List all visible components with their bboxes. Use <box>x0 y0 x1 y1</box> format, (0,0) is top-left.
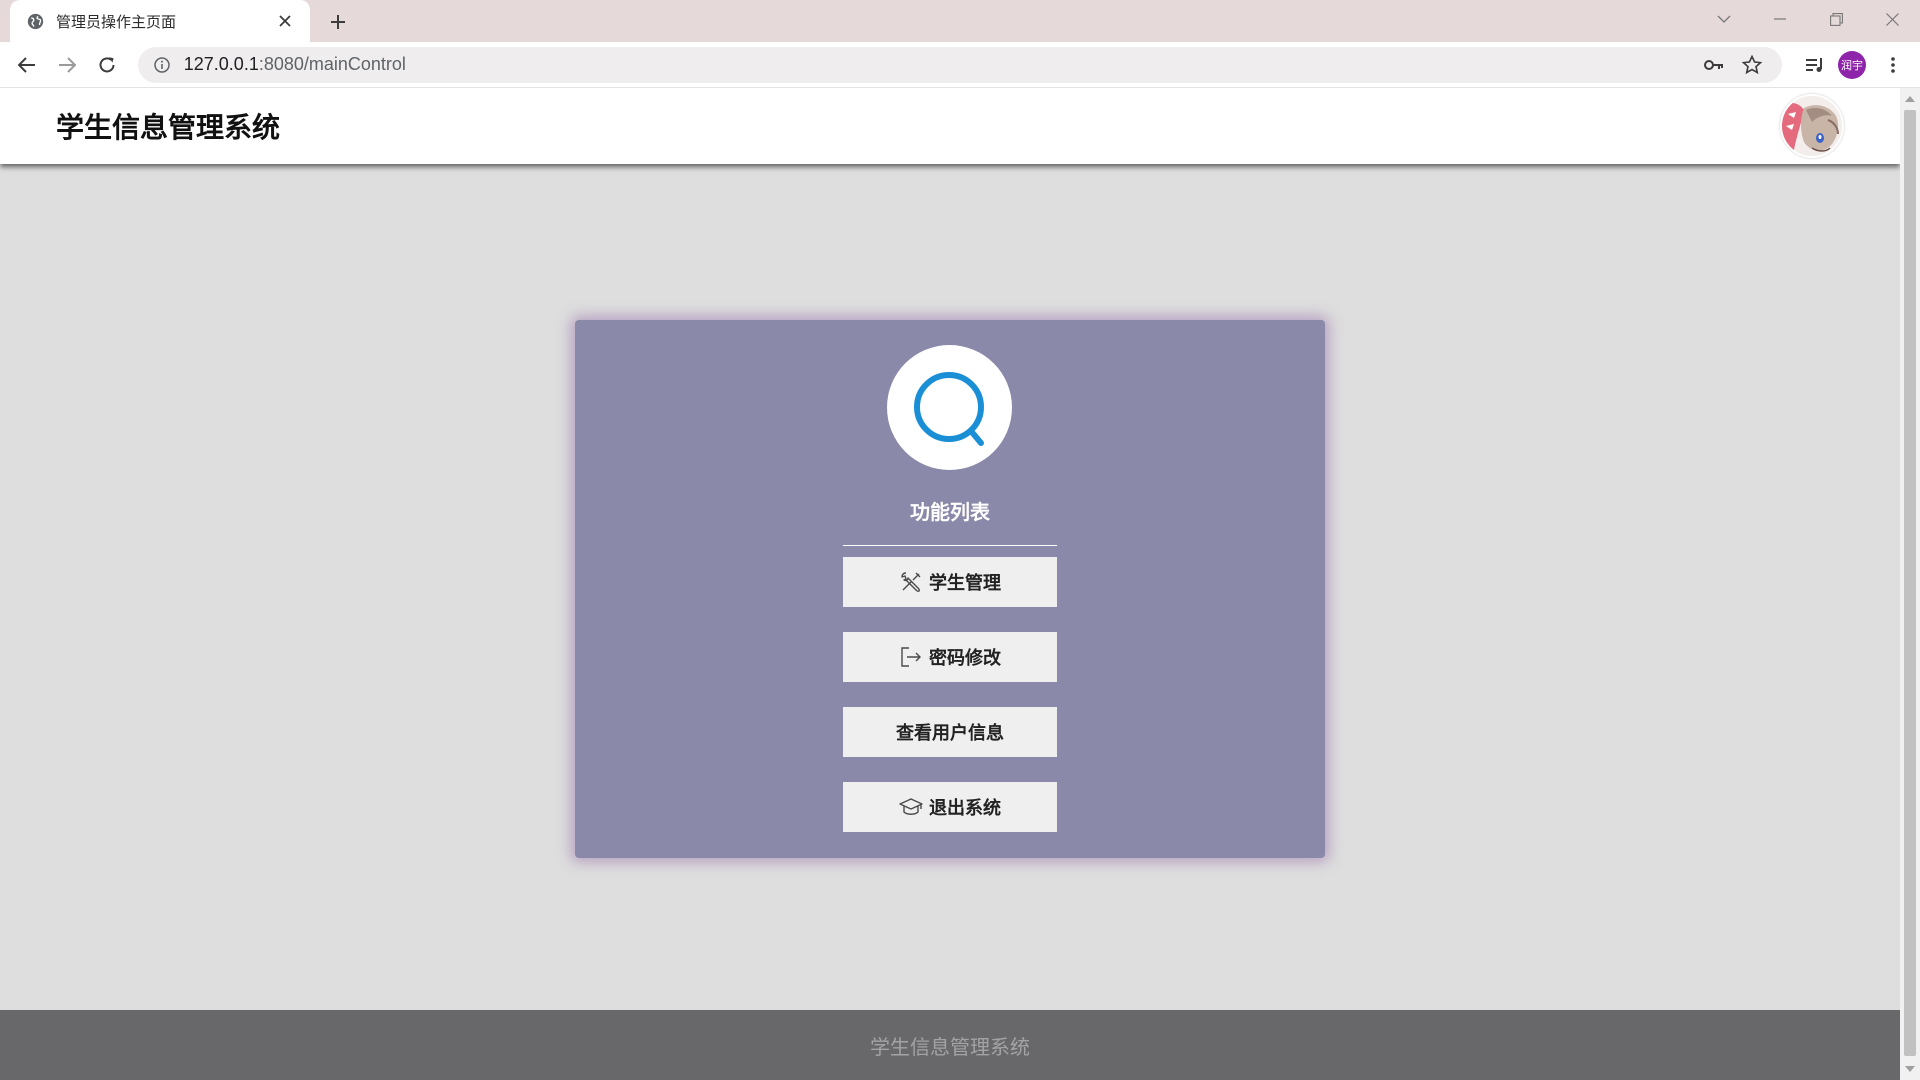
student-management-label: 学生管理 <box>929 573 1001 594</box>
close-window-icon[interactable] <box>1864 0 1920 38</box>
scroll-up-arrow-icon[interactable] <box>1905 96 1915 102</box>
scroll-down-arrow-icon[interactable] <box>1905 1066 1915 1072</box>
minimize-icon[interactable] <box>1752 0 1808 38</box>
site-footer: 学生信息管理系统 <box>0 1010 1900 1080</box>
function-list-card: 功能列表 学生管理 密码修改 查看用户信息 退出系统 <box>575 320 1325 858</box>
tools-icon <box>899 570 923 594</box>
user-avatar[interactable] <box>1780 94 1844 158</box>
browser-tab[interactable]: 管理员操作主页面 <box>10 0 310 42</box>
profile-avatar[interactable]: 润宇 <box>1838 50 1866 79</box>
graduation-cap-icon <box>899 795 923 819</box>
view-user-info-button[interactable]: 查看用户信息 <box>843 707 1057 757</box>
exit-system-label: 退出系统 <box>929 798 1001 819</box>
change-password-button[interactable]: 密码修改 <box>843 632 1057 682</box>
tab-title: 管理员操作主页面 <box>56 12 177 31</box>
card-title: 功能列表 <box>910 500 990 524</box>
change-password-label: 密码修改 <box>929 648 1001 669</box>
restore-icon[interactable] <box>1808 0 1864 38</box>
page-viewport: 学生信息管理系统 功能列表 学生管理 密码修改 查看用户信息 退出系统 学生信息… <box>0 88 1900 1080</box>
exit-system-button[interactable]: 退出系统 <box>843 782 1057 832</box>
exit-arrow-icon <box>899 645 923 669</box>
new-tab-plus-icon[interactable] <box>324 8 352 36</box>
site-header: 学生信息管理系统 <box>0 88 1900 164</box>
scroll-thumb[interactable] <box>1904 110 1916 1056</box>
student-management-button[interactable]: 学生管理 <box>843 557 1057 607</box>
view-user-info-label: 查看用户信息 <box>896 723 1004 744</box>
back-arrow-icon[interactable] <box>10 48 44 82</box>
site-info-icon[interactable] <box>152 55 172 75</box>
key-icon[interactable] <box>1698 49 1730 81</box>
site-title: 学生信息管理系统 <box>56 111 281 144</box>
footer-text: 学生信息管理系统 <box>870 1034 1030 1059</box>
address-bar[interactable]: 127.0.0.1:8080/mainControl <box>137 46 1782 83</box>
browser-tab-strip: 管理员操作主页面 <box>0 0 1920 42</box>
tab-search-chevron-icon[interactable] <box>1696 0 1752 38</box>
window-controls <box>1696 0 1920 38</box>
page-scrollbar[interactable] <box>1900 88 1920 1080</box>
more-menu-icon[interactable] <box>1876 48 1910 82</box>
media-playlist-icon[interactable] <box>1798 48 1832 82</box>
magnifier-logo-icon <box>887 345 1012 470</box>
reload-icon[interactable] <box>90 48 124 82</box>
address-url: 127.0.0.1:8080/mainControl <box>183 54 406 74</box>
tab-close-icon[interactable] <box>274 10 296 32</box>
bookmark-star-icon[interactable] <box>1736 49 1768 81</box>
forward-arrow-icon[interactable] <box>50 48 84 82</box>
browser-toolbar: 127.0.0.1:8080/mainControl 润宇 <box>0 42 1920 88</box>
globe-icon <box>26 12 44 30</box>
card-divider <box>843 545 1057 546</box>
